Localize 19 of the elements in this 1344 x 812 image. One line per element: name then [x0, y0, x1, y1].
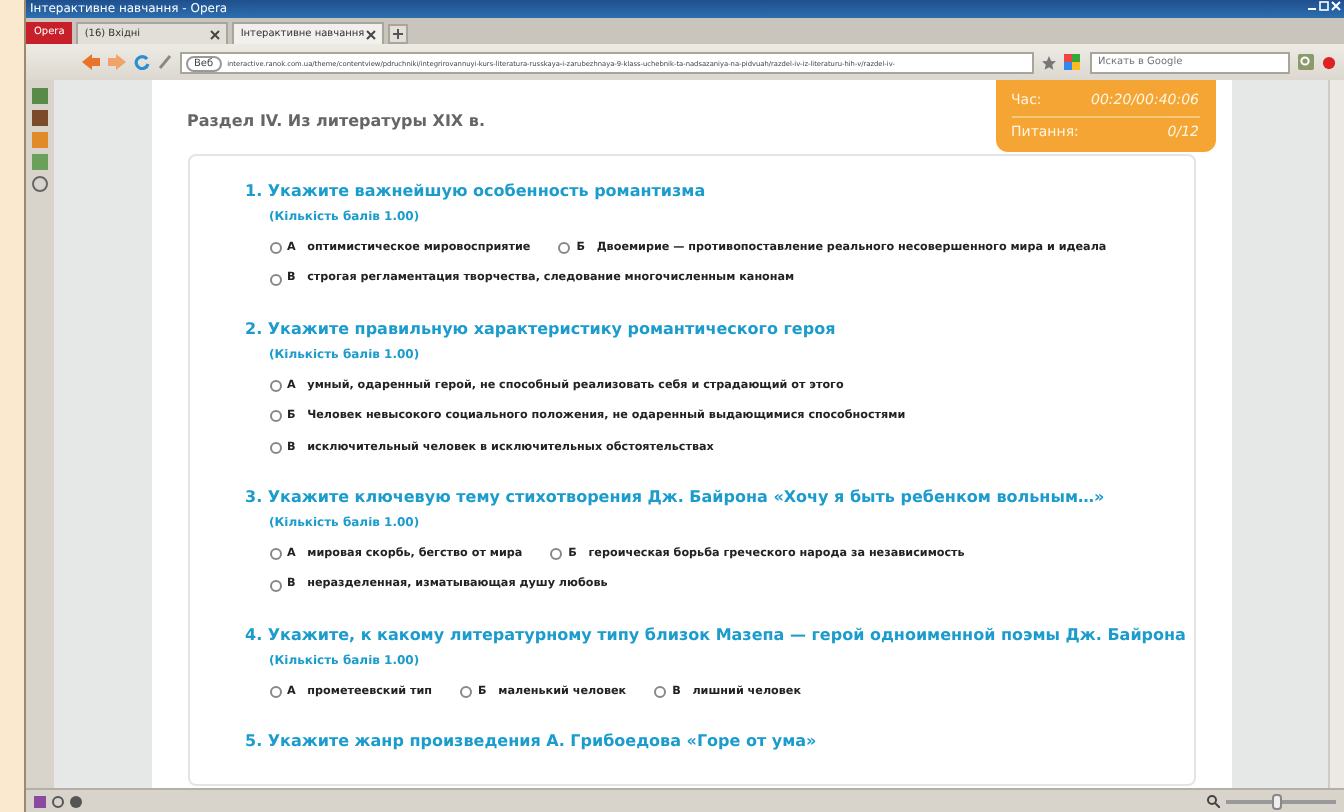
reload-icon[interactable]	[134, 54, 150, 70]
question-title: 2. Укажите правильную характеристику романтического героя	[245, 317, 838, 342]
search-engine-icon[interactable]	[1064, 54, 1082, 70]
question-title: 1. Укажите важнейшую особенность романтизма	[245, 180, 708, 204]
star-icon[interactable]	[1042, 55, 1056, 69]
scrollbar[interactable]	[1328, 80, 1344, 788]
close-icon[interactable]	[210, 29, 221, 39]
window-controls-icon[interactable]	[1308, 0, 1344, 14]
zoom-icon[interactable]	[1206, 794, 1220, 808]
section-title: Раздел IV. Из литературы XIX в.	[187, 110, 485, 134]
new-tab-icon[interactable]	[388, 24, 409, 44]
back-icon[interactable]	[82, 54, 100, 70]
search-icon[interactable]	[1298, 54, 1314, 70]
forward-icon[interactable]	[108, 54, 126, 70]
question-title: 5. Укажите жанр произведения А. Грибоедова «Горе от ума»	[245, 730, 819, 755]
question-title: 4. Укажите, к какому литературному типу близок Мазепа — герой одноименной поэмы Дж. Байрона	[245, 623, 1188, 648]
zoom-slider-thumb[interactable]	[1271, 793, 1281, 809]
question-title: 3. Укажите ключевую тему стихотворения Дж. Байрона «Хочу я быть ребенком вольным…»	[245, 485, 1107, 510]
close-icon[interactable]	[366, 29, 377, 39]
